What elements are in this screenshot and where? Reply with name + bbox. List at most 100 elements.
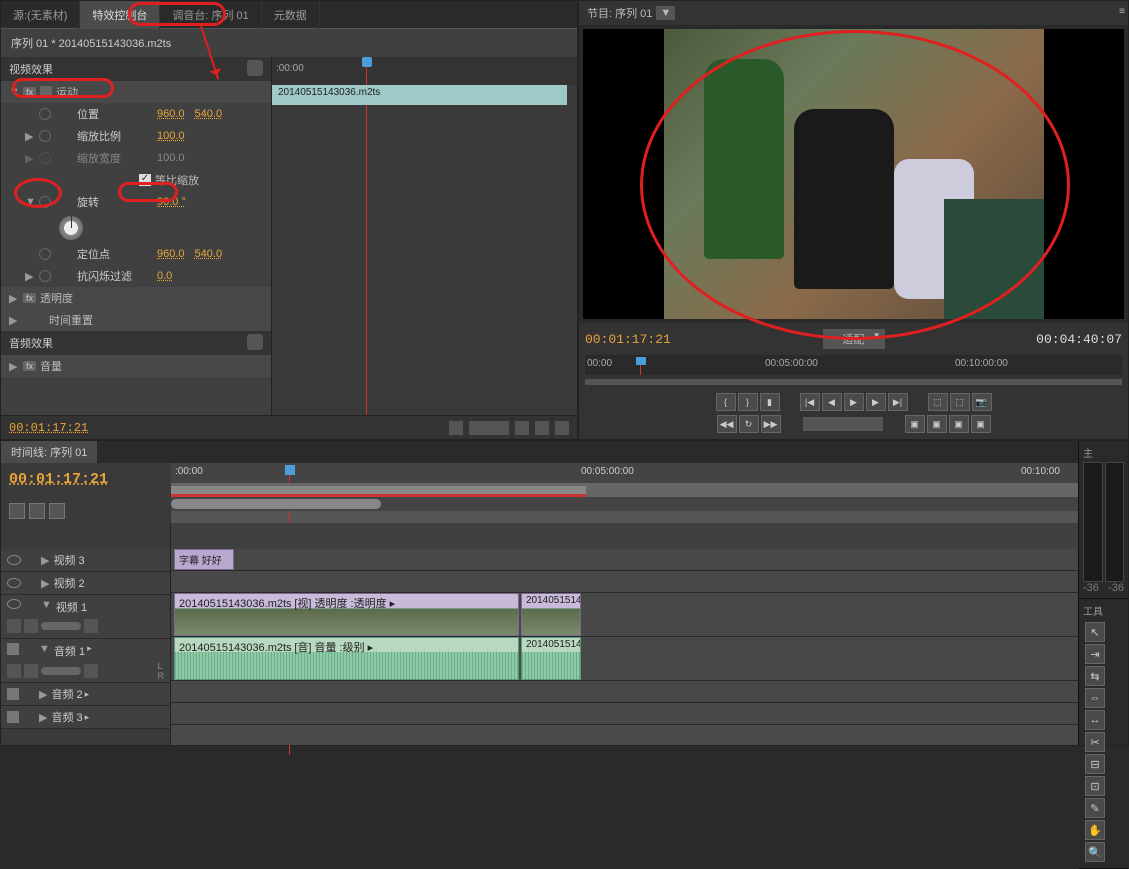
track-header-audio2[interactable]: ▶ 音频 2 ▸	[1, 683, 170, 706]
twisty-icon[interactable]: ▼	[41, 599, 52, 611]
timeline-track-content[interactable]: 字幕 好好 20140515143036.m2ts [视] 透明度 :透明度 ▸…	[171, 523, 1078, 745]
stopwatch-icon[interactable]	[39, 270, 51, 282]
effect-opacity[interactable]: ▶ fx 透明度	[1, 287, 271, 309]
clip-subtitle[interactable]: 字幕 好好	[174, 549, 234, 570]
go-to-in-button[interactable]: |◀	[800, 393, 820, 411]
effect-timeline-playhead[interactable]	[362, 57, 372, 67]
panel-menu-icon[interactable]: ≡	[1119, 6, 1125, 17]
anchor-x-value[interactable]: 960.0	[157, 248, 185, 260]
slip-tool[interactable]: ⊟	[1085, 754, 1105, 774]
twisty-icon[interactable]: ▼	[25, 196, 35, 208]
next-keyframe-icon[interactable]	[84, 664, 98, 678]
twisty-icon[interactable]: ▶	[25, 130, 35, 143]
safe-margins-button[interactable]: ▣	[927, 415, 947, 433]
speaker-icon[interactable]	[7, 711, 19, 723]
fx-badge-icon[interactable]: fx	[23, 361, 36, 371]
zoom-tool[interactable]: 🔍	[1085, 842, 1105, 862]
hand-tool[interactable]: ✋	[1085, 820, 1105, 840]
play-button[interactable]: ▶	[844, 393, 864, 411]
prev-keyframe-icon[interactable]	[24, 664, 38, 678]
twisty-icon[interactable]: ▶	[25, 270, 35, 283]
snap-icon[interactable]	[9, 503, 25, 519]
twisty-icon[interactable]: ▶	[9, 292, 19, 305]
prev-keyframe-icon[interactable]	[24, 619, 38, 633]
pin-icon[interactable]	[555, 421, 569, 435]
program-scrollbar[interactable]	[585, 379, 1122, 385]
speaker-icon[interactable]	[7, 688, 19, 700]
twisty-icon[interactable]: ▶	[9, 314, 19, 327]
track-select-tool[interactable]: ⇥	[1085, 644, 1105, 664]
zoom-slider[interactable]	[469, 421, 509, 435]
track-header-audio1[interactable]: ▼ 音频 1 ▸ LR	[1, 639, 170, 683]
rate-stretch-tool[interactable]: ↔	[1085, 710, 1105, 730]
track-header-audio3[interactable]: ▶ 音频 3 ▸	[1, 706, 170, 729]
fx-badge-icon[interactable]: fx	[23, 87, 36, 97]
lock-icon[interactable]	[25, 554, 37, 566]
lock-icon[interactable]	[23, 711, 35, 723]
export-frame-button[interactable]: 📷	[972, 393, 992, 411]
eye-icon[interactable]	[7, 555, 21, 565]
clip-video-main[interactable]: 20140515143036.m2ts [视] 透明度 :透明度 ▸	[174, 593, 519, 636]
scale-value[interactable]: 100.0	[157, 130, 185, 142]
twisty-icon[interactable]: ▼	[39, 643, 50, 655]
prev-edit-button[interactable]: ◀◀	[717, 415, 737, 433]
program-dropdown-icon[interactable]: ▼	[656, 6, 675, 20]
twisty-icon[interactable]: ▶	[9, 360, 19, 373]
loop-icon[interactable]	[535, 421, 549, 435]
twisty-icon[interactable]: ▶	[39, 688, 47, 701]
opacity-slider[interactable]	[41, 622, 81, 630]
shuttle-slider[interactable]	[803, 417, 883, 431]
zoom-fit-dropdown[interactable]: 适配	[823, 329, 885, 349]
flicker-value[interactable]: 0.0	[157, 270, 172, 282]
position-x-value[interactable]: 960.0	[157, 108, 185, 120]
rotation-dial[interactable]	[59, 216, 83, 240]
twisty-icon[interactable]: ▶	[39, 711, 47, 724]
program-playhead[interactable]	[636, 357, 646, 365]
position-y-value[interactable]: 540.0	[195, 108, 223, 120]
tab-audio-mixer[interactable]: 调音台: 序列 01	[160, 1, 261, 29]
lock-icon[interactable]	[25, 577, 37, 589]
stopwatch-icon[interactable]	[39, 248, 51, 260]
next-edit-button[interactable]: ▶▶	[761, 415, 781, 433]
fx-badge-icon[interactable]: fx	[23, 293, 36, 303]
rolling-edit-tool[interactable]: ⇔	[1085, 688, 1105, 708]
volume-slider[interactable]	[41, 667, 81, 675]
program-current-time[interactable]: 00:01:17:21	[585, 332, 671, 347]
eye-icon[interactable]	[7, 599, 21, 609]
mark-in-button[interactable]: {	[716, 393, 736, 411]
next-keyframe-icon[interactable]	[84, 619, 98, 633]
track-header-video2[interactable]: ▶ 视频 2	[1, 572, 170, 595]
trim-button[interactable]: ▣	[905, 415, 925, 433]
lock-icon[interactable]	[23, 643, 35, 655]
stopwatch-icon[interactable]	[39, 196, 51, 208]
link-icon[interactable]	[49, 503, 65, 519]
effect-timecode[interactable]: 00:01:17:21	[9, 421, 88, 435]
twisty-icon[interactable]: ▶	[41, 554, 49, 567]
section-toggle-icon[interactable]	[247, 334, 263, 350]
step-back-button[interactable]: ◀	[822, 393, 842, 411]
timeline-playhead[interactable]	[285, 465, 295, 475]
marker-icon[interactable]	[29, 503, 45, 519]
effect-motion[interactable]: ▼ fx 运动	[1, 81, 271, 103]
keyframe-icon[interactable]	[7, 664, 21, 678]
output-button[interactable]: ▣	[949, 415, 969, 433]
tab-metadata[interactable]: 元数据	[262, 1, 320, 29]
twisty-icon[interactable]: ▶	[41, 577, 49, 590]
rotation-value[interactable]: 90.0 °	[157, 196, 186, 208]
tab-effect-controls[interactable]: 特效控制台	[80, 1, 160, 29]
mark-clip-button[interactable]: ▮	[760, 393, 780, 411]
extract-button[interactable]: ⬚	[950, 393, 970, 411]
stopwatch-icon[interactable]	[39, 108, 51, 120]
track-header-video3[interactable]: ▶ 视频 3	[1, 549, 170, 572]
twisty-icon[interactable]: ▼	[9, 86, 19, 98]
lock-icon[interactable]	[23, 688, 35, 700]
program-ruler[interactable]: 00:00 00:05:00:00 00:10:00:00	[585, 355, 1122, 375]
effect-mini-timeline[interactable]: :00:00 20140515143036.m2ts	[271, 57, 577, 415]
zoom-in-icon[interactable]	[515, 421, 529, 435]
lift-button[interactable]: ⬚	[928, 393, 948, 411]
timeline-ruler-area[interactable]: :00:00 00:05:00:00 00:10:00	[171, 463, 1078, 523]
effect-time-remap[interactable]: ▶ 时间重置	[1, 309, 271, 331]
razor-tool[interactable]: ✂	[1085, 732, 1105, 752]
keyframe-icon[interactable]	[7, 619, 21, 633]
uniform-scale-checkbox[interactable]	[139, 174, 151, 186]
